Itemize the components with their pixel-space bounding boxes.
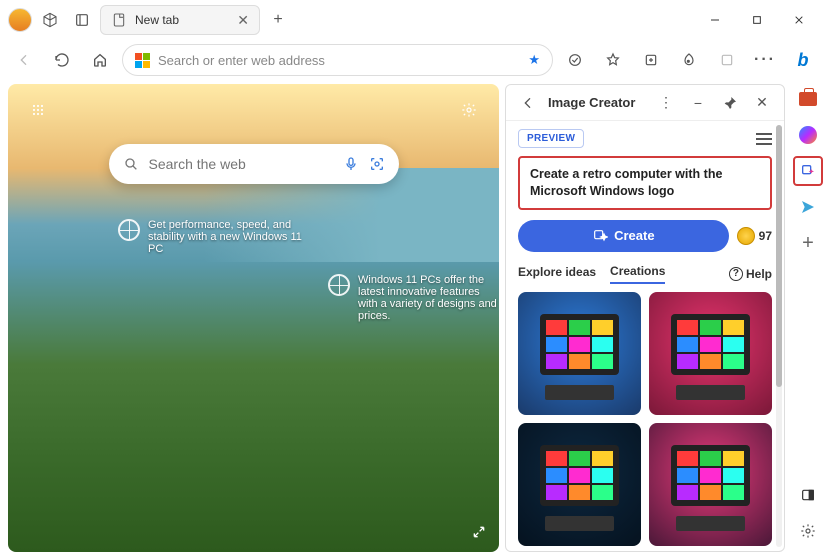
prompt-input[interactable]: Create a retro computer with the Microso… [518, 156, 772, 210]
app-launcher-icon[interactable] [24, 96, 52, 124]
toolbar: Search or enter web address ★ ··· b [0, 40, 827, 80]
panel-close-icon[interactable]: ✕ [750, 91, 774, 115]
new-tab-page: Get performance, speed, and stability wi… [8, 84, 499, 552]
home-button[interactable] [84, 44, 116, 76]
panel-scrollbar[interactable] [776, 125, 782, 547]
ntp-search-input[interactable] [149, 156, 333, 172]
workspaces-icon[interactable] [36, 6, 64, 34]
tab-title: New tab [135, 13, 179, 27]
tab-creations[interactable]: Creations [610, 264, 665, 284]
voice-search-icon[interactable] [343, 156, 359, 172]
browser-tab[interactable]: New tab ✕ [100, 5, 260, 35]
sidebar-copilot-icon[interactable] [793, 120, 823, 150]
promo-card-1[interactable]: Get performance, speed, and stability wi… [118, 219, 318, 255]
titlebar: New tab ✕ + [0, 0, 827, 40]
panel-title: Image Creator [548, 95, 646, 110]
tracking-prevention-icon[interactable] [559, 44, 591, 76]
edge-sidebar: + [789, 80, 827, 556]
promo-text-2: Windows 11 PCs offer the latest innovati… [358, 274, 499, 322]
panel-more-icon[interactable]: ⋮ [654, 91, 678, 115]
panel-minimize-icon[interactable]: − [686, 91, 710, 115]
create-label: Create [614, 228, 654, 243]
sidebar-toggle-icon[interactable] [793, 480, 823, 510]
microsoft-logo-icon [135, 53, 150, 68]
coin-balance[interactable]: 97 [737, 227, 772, 245]
create-button[interactable]: Create [518, 220, 729, 252]
expand-icon[interactable] [467, 520, 491, 544]
creation-thumbnail[interactable] [649, 292, 772, 415]
sidebar-image-creator-icon[interactable] [793, 156, 823, 186]
preview-badge: PREVIEW [518, 129, 584, 148]
new-tab-button[interactable]: + [264, 6, 292, 34]
create-sparkle-icon [592, 228, 608, 244]
favorite-star-icon[interactable]: ★ [528, 52, 540, 68]
profile-avatar[interactable] [8, 8, 32, 32]
search-icon [123, 156, 139, 172]
ntp-search-box[interactable] [109, 144, 399, 184]
tab-page-icon [111, 12, 127, 28]
panel-header: Image Creator ⋮ − ✕ [506, 85, 784, 121]
scrollbar-thumb[interactable] [776, 125, 782, 387]
address-bar[interactable]: Search or enter web address ★ [122, 44, 553, 76]
performance-icon[interactable] [673, 44, 705, 76]
window-close-button[interactable] [779, 4, 819, 36]
globe-icon [118, 219, 140, 241]
sidebar-settings-icon[interactable] [793, 516, 823, 546]
tab-explore-ideas[interactable]: Explore ideas [518, 265, 596, 283]
prompt-text: Create a retro computer with the Microso… [530, 167, 722, 198]
panel-back-button[interactable] [516, 91, 540, 115]
collections-icon[interactable] [635, 44, 667, 76]
panel-tabs: Explore ideas Creations ? Help [518, 264, 772, 284]
sidebar-add-icon[interactable]: + [793, 228, 823, 258]
creation-thumbnail[interactable] [518, 292, 641, 415]
promo-card-2[interactable]: Windows 11 PCs offer the latest innovati… [328, 274, 499, 322]
sidebar-tools-icon[interactable] [793, 84, 823, 114]
help-icon: ? [729, 267, 743, 281]
image-creator-panel: Image Creator ⋮ − ✕ PREVIEW Create a ret… [505, 84, 785, 552]
panel-pin-icon[interactable] [718, 91, 742, 115]
help-label: Help [746, 267, 772, 281]
more-menu-icon[interactable]: ··· [749, 44, 781, 76]
sidebar-send-icon[interactable] [793, 192, 823, 222]
help-link[interactable]: ? Help [729, 267, 772, 281]
bing-chat-icon[interactable]: b [787, 44, 819, 76]
globe-icon [328, 274, 350, 296]
image-search-icon[interactable] [369, 156, 385, 172]
creation-thumbnail[interactable] [518, 423, 641, 546]
page-settings-icon[interactable] [455, 96, 483, 124]
favorites-icon[interactable] [597, 44, 629, 76]
creation-thumbnail[interactable] [649, 423, 772, 546]
tab-actions-icon[interactable] [68, 6, 96, 34]
tab-close-icon[interactable]: ✕ [237, 12, 249, 29]
address-placeholder: Search or enter web address [158, 53, 325, 68]
refresh-button[interactable] [46, 44, 78, 76]
coin-value: 97 [759, 229, 772, 243]
app-icon[interactable] [711, 44, 743, 76]
creations-grid [518, 292, 772, 546]
coin-icon [737, 227, 755, 245]
panel-menu-icon[interactable] [756, 133, 772, 145]
promo-text-1: Get performance, speed, and stability wi… [148, 219, 318, 255]
window-maximize-button[interactable] [737, 4, 777, 36]
back-button[interactable] [8, 44, 40, 76]
window-minimize-button[interactable] [695, 4, 735, 36]
